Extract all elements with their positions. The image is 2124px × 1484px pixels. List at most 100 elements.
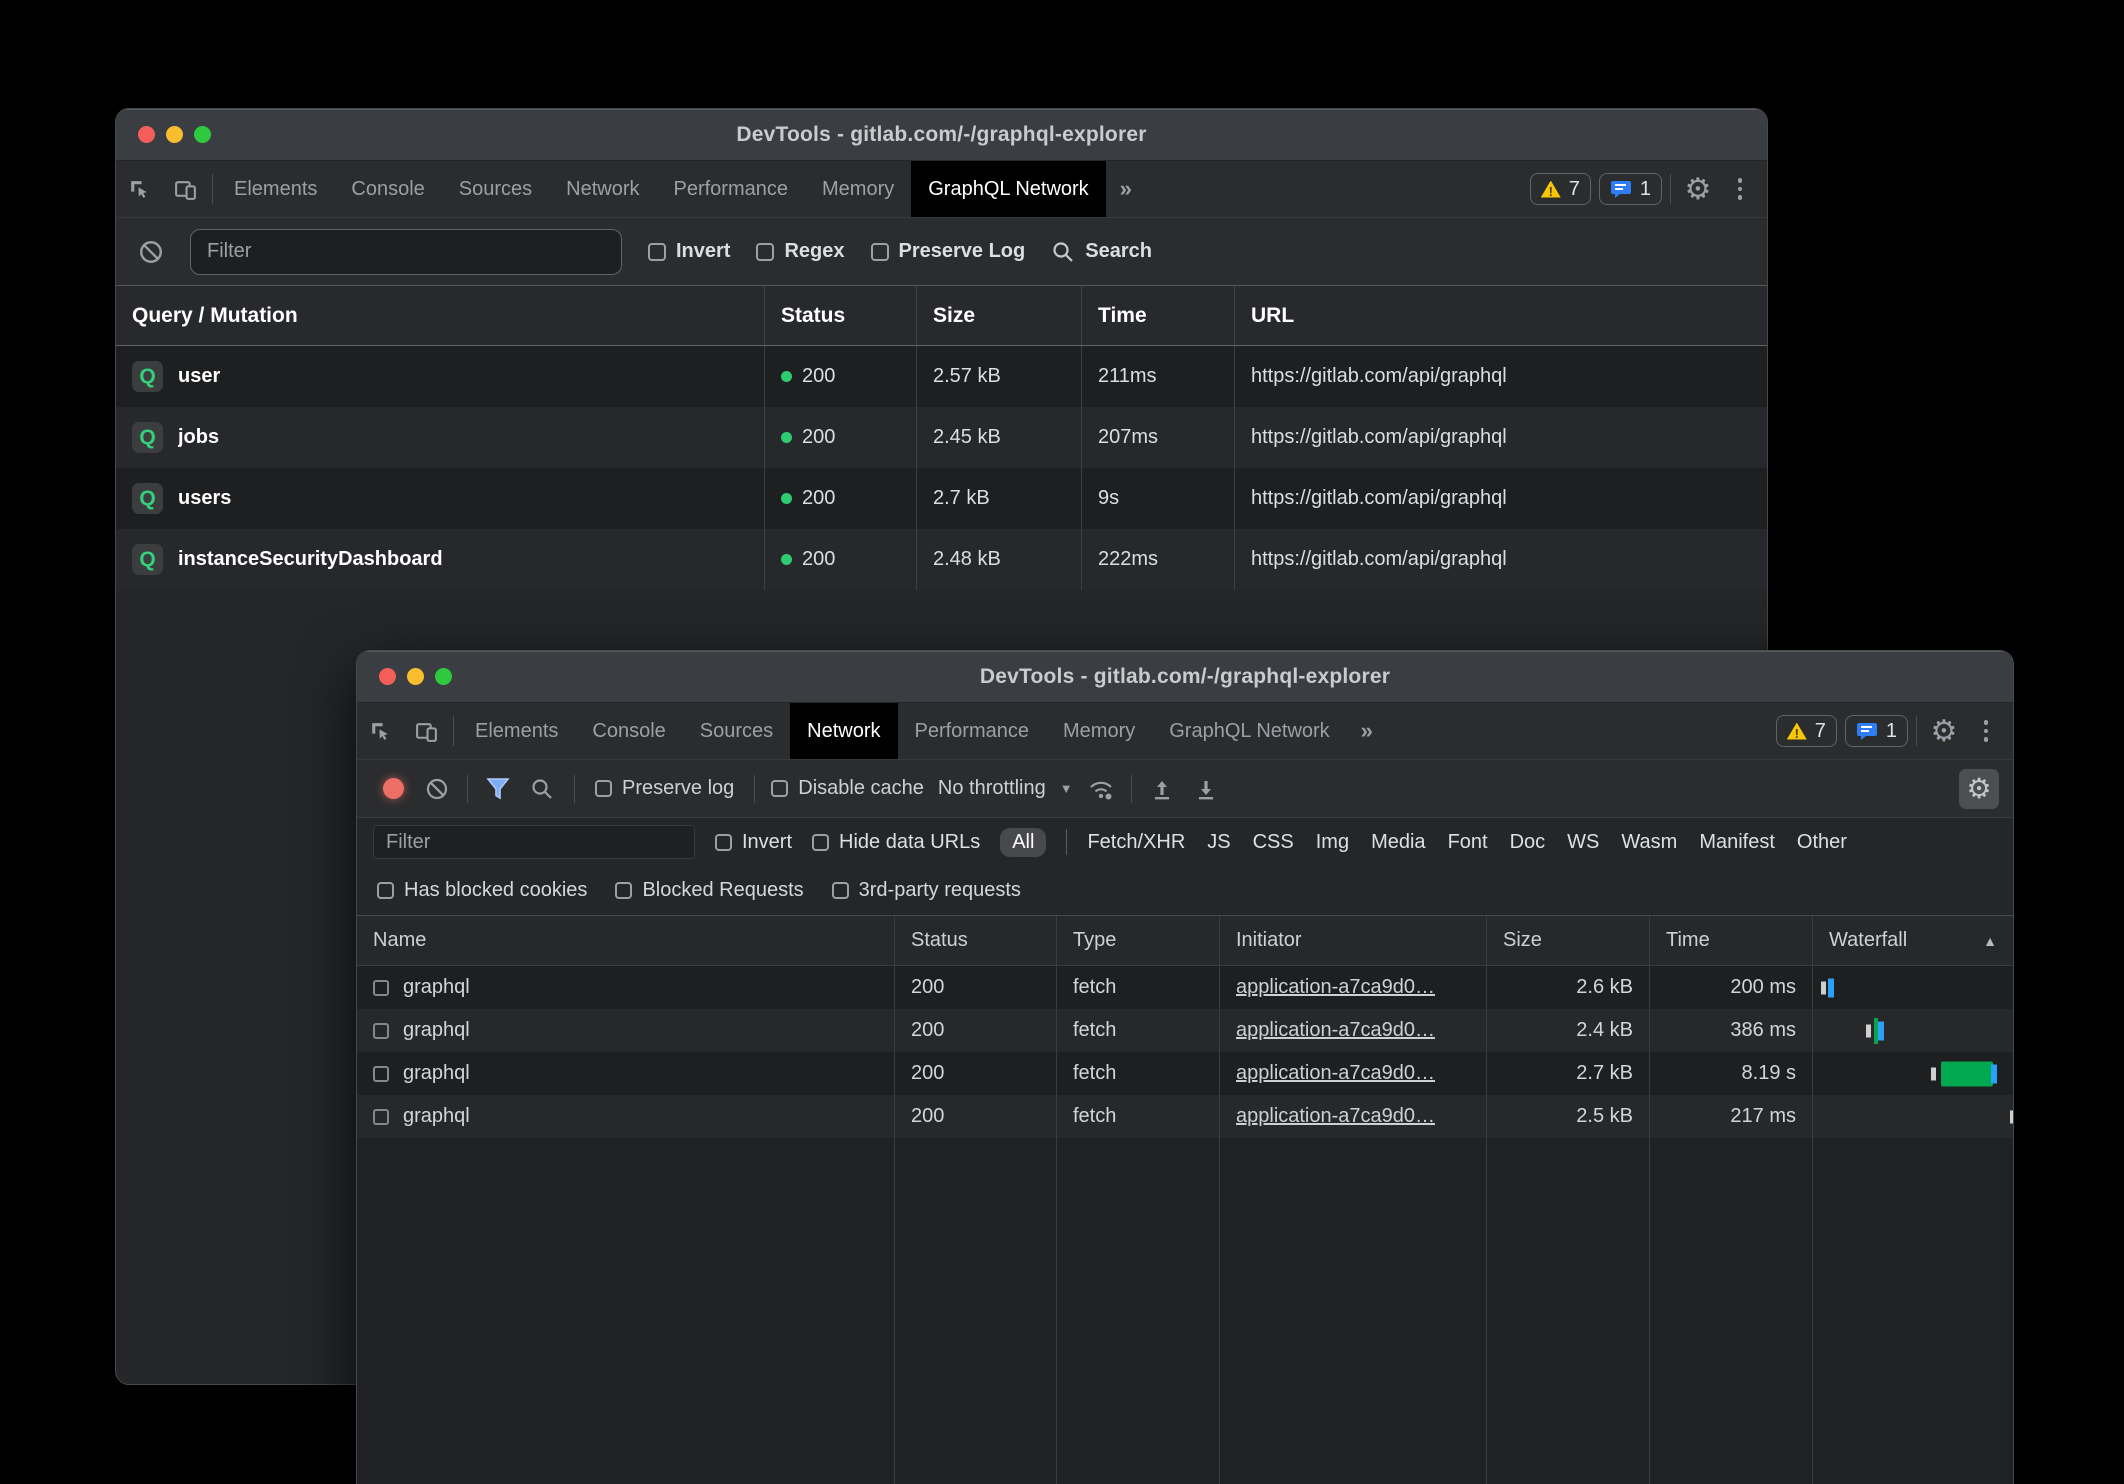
network-settings-gear-icon[interactable]: ⚙ bbox=[1959, 769, 1999, 809]
device-toolbar-icon[interactable] bbox=[403, 703, 449, 759]
tab-elements[interactable]: Elements bbox=[458, 703, 575, 759]
titlebar[interactable]: DevTools - gitlab.com/-/graphql-explorer bbox=[357, 651, 2013, 703]
initiator-link[interactable]: application-a7ca9d0… bbox=[1236, 1019, 1435, 1042]
tab-graphql-network[interactable]: GraphQL Network bbox=[911, 161, 1105, 217]
filter-input[interactable] bbox=[190, 229, 622, 275]
filter-funnel-icon[interactable] bbox=[476, 767, 520, 811]
initiator-link[interactable]: application-a7ca9d0… bbox=[1236, 1062, 1435, 1085]
chip-ws[interactable]: WS bbox=[1567, 831, 1599, 854]
export-har-icon[interactable] bbox=[1184, 767, 1228, 811]
chip-other[interactable]: Other bbox=[1797, 831, 1847, 854]
clear-block-icon[interactable] bbox=[138, 239, 164, 265]
kebab-menu-icon[interactable] bbox=[1967, 703, 2005, 759]
table-row[interactable]: Quser 200 2.57 kB 211ms https://gitlab.c… bbox=[116, 346, 1767, 407]
throttling-dropdown[interactable]: No throttling ▼ bbox=[938, 777, 1073, 800]
invert-checkbox[interactable]: Invert bbox=[648, 240, 730, 263]
chip-css[interactable]: CSS bbox=[1253, 831, 1294, 854]
minimize-window-button[interactable] bbox=[407, 668, 424, 685]
blocked-requests-checkbox[interactable]: Blocked Requests bbox=[615, 879, 803, 902]
titlebar[interactable]: DevTools - gitlab.com/-/graphql-explorer bbox=[116, 109, 1767, 161]
more-tabs-chevron[interactable]: » bbox=[1106, 161, 1146, 217]
network-conditions-icon[interactable] bbox=[1079, 767, 1123, 811]
table-row[interactable]: Qusers 200 2.7 kB 9s https://gitlab.com/… bbox=[116, 468, 1767, 529]
issues-badge[interactable]: 1 bbox=[1599, 173, 1662, 205]
table-row[interactable]: graphql 200 fetch application-a7ca9d0… 2… bbox=[357, 966, 2013, 1009]
table-row[interactable]: graphql 200 fetch application-a7ca9d0… 2… bbox=[357, 1095, 2013, 1138]
more-tabs-chevron[interactable]: » bbox=[1347, 703, 1387, 759]
chip-wasm[interactable]: Wasm bbox=[1621, 831, 1677, 854]
chip-manifest[interactable]: Manifest bbox=[1699, 831, 1775, 854]
close-window-button[interactable] bbox=[379, 668, 396, 685]
settings-gear-icon[interactable]: ⚙ bbox=[1921, 703, 1967, 759]
inspect-cursor-icon[interactable] bbox=[116, 161, 162, 217]
tab-sources[interactable]: Sources bbox=[683, 703, 790, 759]
disable-cache-checkbox[interactable]: Disable cache bbox=[771, 777, 924, 800]
column-header-type[interactable]: Type bbox=[1056, 916, 1219, 965]
tab-performance[interactable]: Performance bbox=[898, 703, 1047, 759]
initiator-link[interactable]: application-a7ca9d0… bbox=[1236, 976, 1435, 999]
chip-media[interactable]: Media bbox=[1371, 831, 1425, 854]
third-party-requests-checkbox[interactable]: 3rd-party requests bbox=[832, 879, 1021, 902]
column-header-status[interactable]: Status bbox=[764, 286, 916, 345]
tab-graphql-network[interactable]: GraphQL Network bbox=[1152, 703, 1346, 759]
tab-console[interactable]: Console bbox=[575, 703, 682, 759]
column-header-initiator[interactable]: Initiator bbox=[1219, 916, 1486, 965]
hide-data-urls-checkbox[interactable]: Hide data URLs bbox=[812, 831, 980, 854]
zoom-window-button[interactable] bbox=[194, 126, 211, 143]
initiator-link[interactable]: application-a7ca9d0… bbox=[1236, 1105, 1435, 1128]
tab-sources[interactable]: Sources bbox=[442, 161, 549, 217]
preserve-log-checkbox[interactable]: Preserve log bbox=[595, 777, 734, 800]
row-checkbox[interactable] bbox=[373, 1109, 389, 1125]
row-checkbox[interactable] bbox=[373, 1023, 389, 1039]
settings-gear-icon[interactable]: ⚙ bbox=[1675, 161, 1721, 217]
column-header-url[interactable]: URL bbox=[1234, 286, 1767, 345]
row-checkbox[interactable] bbox=[373, 1066, 389, 1082]
column-header-status[interactable]: Status bbox=[894, 916, 1056, 965]
minimize-window-button[interactable] bbox=[166, 126, 183, 143]
chip-js[interactable]: JS bbox=[1207, 831, 1230, 854]
column-header-time[interactable]: Time bbox=[1649, 916, 1812, 965]
tab-performance[interactable]: Performance bbox=[657, 161, 806, 217]
has-blocked-cookies-checkbox[interactable]: Has blocked cookies bbox=[377, 879, 587, 902]
close-window-button[interactable] bbox=[138, 126, 155, 143]
tab-console[interactable]: Console bbox=[334, 161, 441, 217]
tab-memory[interactable]: Memory bbox=[805, 161, 911, 217]
import-har-icon[interactable] bbox=[1140, 767, 1184, 811]
column-header-query-mutation[interactable]: Query / Mutation bbox=[116, 286, 764, 345]
column-header-waterfall[interactable]: Waterfall ▲ bbox=[1812, 916, 2013, 965]
clear-block-icon[interactable] bbox=[415, 767, 459, 811]
chip-img[interactable]: Img bbox=[1316, 831, 1349, 854]
tab-network[interactable]: Network bbox=[790, 703, 897, 759]
tab-memory[interactable]: Memory bbox=[1046, 703, 1152, 759]
chip-fetch-xhr[interactable]: Fetch/XHR bbox=[1087, 831, 1185, 854]
kebab-menu-icon[interactable] bbox=[1721, 161, 1759, 217]
request-name: graphql bbox=[403, 1062, 470, 1085]
table-row[interactable]: QinstanceSecurityDashboard 200 2.48 kB 2… bbox=[116, 529, 1767, 590]
inspect-cursor-icon[interactable] bbox=[357, 703, 403, 759]
regex-checkbox[interactable]: Regex bbox=[756, 240, 844, 263]
zoom-window-button[interactable] bbox=[435, 668, 452, 685]
table-row[interactable]: graphql 200 fetch application-a7ca9d0… 2… bbox=[357, 1009, 2013, 1052]
warnings-badge[interactable]: 7 bbox=[1776, 715, 1837, 747]
preserve-log-checkbox[interactable]: Preserve Log bbox=[871, 240, 1026, 263]
filter-input[interactable] bbox=[373, 825, 695, 859]
row-checkbox[interactable] bbox=[373, 980, 389, 996]
chip-font[interactable]: Font bbox=[1448, 831, 1488, 854]
chip-doc[interactable]: Doc bbox=[1510, 831, 1546, 854]
invert-checkbox[interactable]: Invert bbox=[715, 831, 792, 854]
chip-all[interactable]: All bbox=[1000, 828, 1046, 857]
record-button[interactable] bbox=[371, 767, 415, 811]
tab-elements[interactable]: Elements bbox=[217, 161, 334, 217]
table-row[interactable]: graphql 200 fetch application-a7ca9d0… 2… bbox=[357, 1052, 2013, 1095]
column-header-size[interactable]: Size bbox=[916, 286, 1081, 345]
device-toolbar-icon[interactable] bbox=[162, 161, 208, 217]
issues-badge[interactable]: 1 bbox=[1845, 715, 1908, 747]
table-row[interactable]: Qjobs 200 2.45 kB 207ms https://gitlab.c… bbox=[116, 407, 1767, 468]
search-icon[interactable] bbox=[520, 767, 564, 811]
warnings-badge[interactable]: 7 bbox=[1530, 173, 1591, 205]
column-header-size[interactable]: Size bbox=[1486, 916, 1649, 965]
column-header-name[interactable]: Name bbox=[357, 916, 894, 965]
tab-network[interactable]: Network bbox=[549, 161, 656, 217]
search-button[interactable]: Search bbox=[1051, 240, 1152, 264]
column-header-time[interactable]: Time bbox=[1081, 286, 1234, 345]
